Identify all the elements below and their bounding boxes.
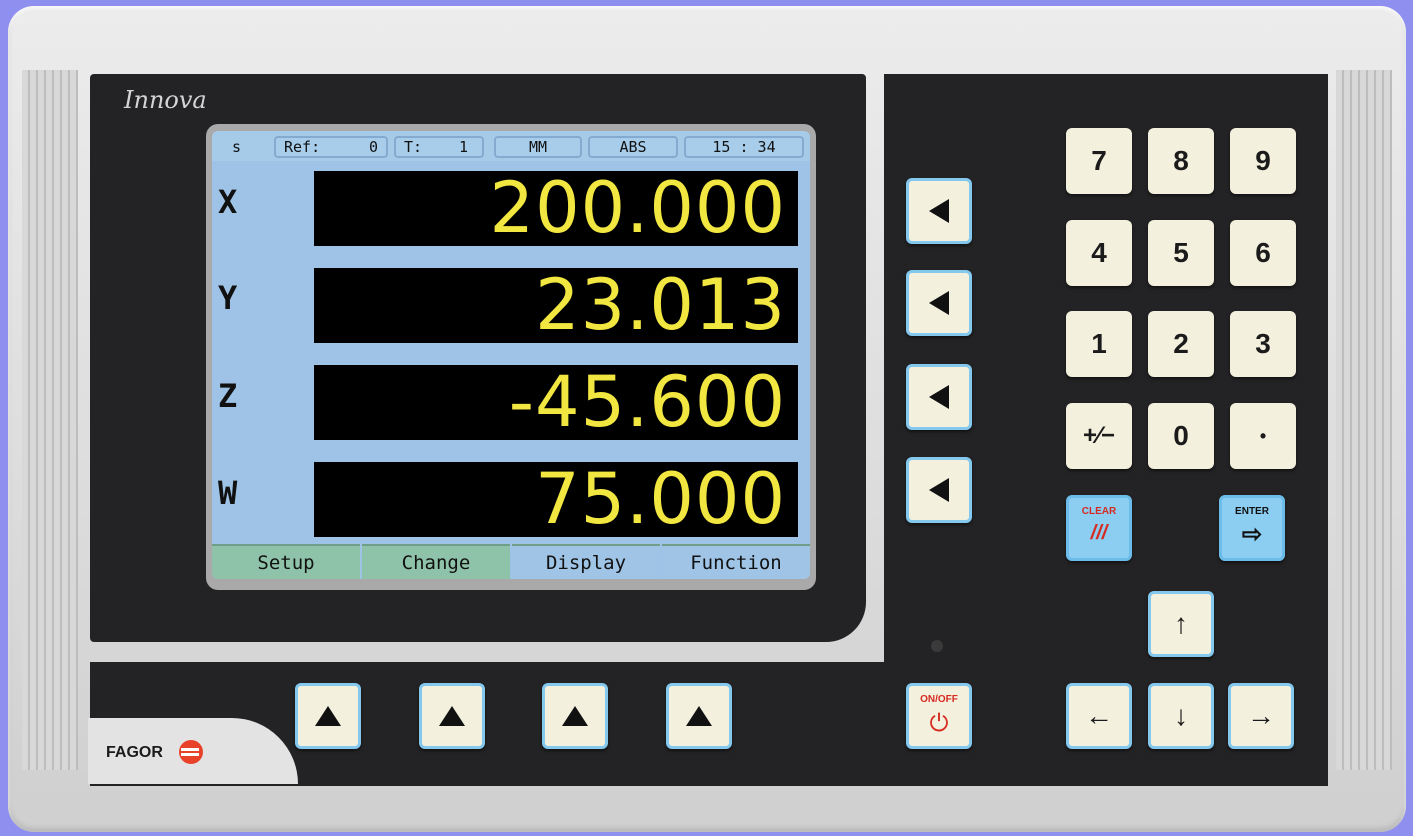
softkey-4-button[interactable] [666,683,732,749]
axis-w-select-button[interactable] [906,457,972,523]
key-7[interactable]: 7 [1066,128,1132,194]
enter-label: ENTER [1235,506,1269,517]
fagor-logo-icon [179,740,203,764]
softkey-setup[interactable]: Setup [212,544,360,579]
key-8[interactable]: 8 [1148,128,1214,194]
key-4[interactable]: 4 [1066,220,1132,286]
key-1[interactable]: 1 [1066,311,1132,377]
softkey-function[interactable]: Function [662,544,810,579]
softkey-2-button[interactable] [419,683,485,749]
triangle-left-icon [929,478,949,502]
tool-indicator: T: 1 [394,136,484,158]
axis-x-readout: 200.000 [314,171,798,246]
clear-icon: /// [1090,522,1108,544]
triangle-left-icon [929,291,949,315]
model-name: Innova [124,86,207,114]
key-decimal[interactable]: • [1230,403,1296,469]
power-label: ON/OFF [920,694,958,705]
arrow-down-button[interactable]: ↓ [1148,683,1214,749]
axis-z-readout: -45.600 [314,365,798,440]
clear-button[interactable]: CLEAR /// [1066,495,1132,561]
lcd-screen: s Ref: 0 T: 1 MM ABS 15 : 34 X 200.000 Y… [212,131,810,579]
axis-w-label: W [218,474,238,512]
status-led [931,640,943,652]
key-plus-minus[interactable]: +⁄− [1066,403,1132,469]
axis-y-select-button[interactable] [906,270,972,336]
enter-icon: ⇨ [1241,521,1263,548]
axis-y-readout: 23.013 [314,268,798,343]
key-0[interactable]: 0 [1148,403,1214,469]
enter-button[interactable]: ENTER ⇨ [1219,495,1285,561]
axis-y-label: Y [218,279,238,317]
softkey-change[interactable]: Change [362,544,510,579]
softkey-1-button[interactable] [295,683,361,749]
coords-indicator: ABS [588,136,678,158]
arrow-right-button[interactable]: → [1228,683,1294,749]
arrow-up-button[interactable]: ↑ [1148,591,1214,657]
brand-logo-text: FAGOR [106,744,163,761]
softkey-3-button[interactable] [542,683,608,749]
axis-x-select-button[interactable] [906,178,972,244]
power-icon: ⏻ [929,710,949,737]
triangle-left-icon [929,385,949,409]
softkey-bar: Setup Change Display Function [212,544,810,579]
time-indicator: 15 : 34 [684,136,804,158]
key-3[interactable]: 3 [1230,311,1296,377]
triangle-left-icon [929,199,949,223]
triangle-up-icon [562,706,588,726]
units-indicator: MM [494,136,582,158]
triangle-up-icon [686,706,712,726]
triangle-up-icon [439,706,465,726]
arrow-left-button[interactable]: ← [1066,683,1132,749]
key-2[interactable]: 2 [1148,311,1214,377]
ref-indicator: Ref: 0 [274,136,388,158]
ref-value: 0 [368,138,378,156]
key-6[interactable]: 6 [1230,220,1296,286]
left-ribs [22,70,78,770]
right-ribs [1336,70,1392,770]
triangle-up-icon [315,706,341,726]
tool-label: T: [404,138,423,156]
softkey-display[interactable]: Display [512,544,660,579]
ref-label: Ref: [284,138,321,156]
axis-z-label: Z [218,377,238,415]
key-9[interactable]: 9 [1230,128,1296,194]
power-button[interactable]: ON/OFF ⏻ [906,683,972,749]
status-bar: s Ref: 0 T: 1 MM ABS 15 : 34 [212,131,810,161]
clear-label: CLEAR [1081,506,1117,517]
tool-value: 1 [458,138,468,156]
key-5[interactable]: 5 [1148,220,1214,286]
axis-x-label: X [218,183,238,221]
axis-z-select-button[interactable] [906,364,972,430]
axis-w-readout: 75.000 [314,462,798,537]
mode-indicator: s [232,138,242,156]
